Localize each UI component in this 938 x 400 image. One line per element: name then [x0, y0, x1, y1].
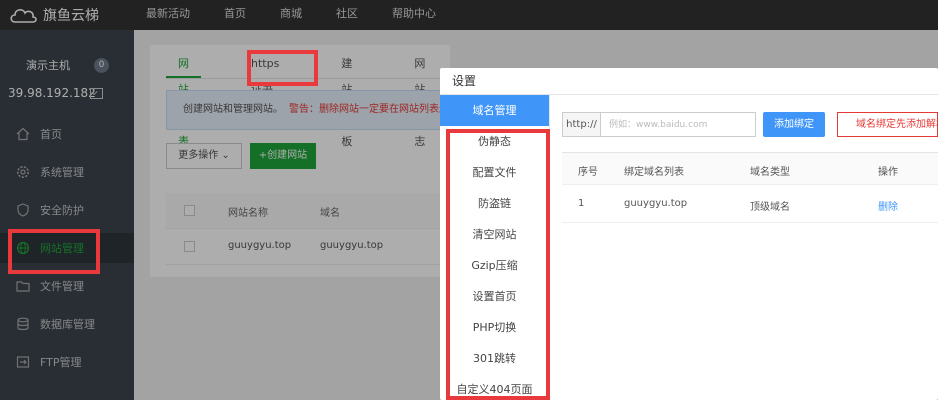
modal-title: 设置: [452, 74, 477, 88]
column-header: 域名类型: [750, 167, 790, 178]
annotation-box-site-management: [8, 229, 100, 274]
bound-domain: guuygyu.top: [624, 198, 688, 209]
delete-link[interactable]: 删除: [878, 198, 898, 213]
dns-note-button[interactable]: 域名绑定先添加解析: [837, 112, 938, 137]
annotation-box-https-tab: [247, 50, 318, 86]
add-binding-button[interactable]: 添加绑定: [763, 112, 825, 137]
column-header: 绑定域名列表: [624, 167, 684, 178]
protocol-prefix: http://: [563, 113, 601, 136]
column-header: 序号: [578, 167, 598, 178]
domain-table: 序号 绑定域名列表 域名类型 操作 1 guuygyu.top 顶级域名 删除: [562, 152, 938, 223]
column-header: 操作: [878, 167, 898, 178]
annotation-box-settings-menu: [446, 129, 550, 400]
domain-input[interactable]: [601, 113, 755, 136]
table-header-row: 序号 绑定域名列表 域名类型 操作: [562, 153, 938, 185]
domain-input-group: http://: [562, 112, 756, 137]
settings-menu-domain[interactable]: 域名管理: [440, 95, 549, 126]
row-number: 1: [578, 198, 585, 209]
table-row: 1 guuygyu.top 顶级域名 删除: [562, 185, 938, 223]
domain-type: 顶级域名: [750, 202, 790, 213]
